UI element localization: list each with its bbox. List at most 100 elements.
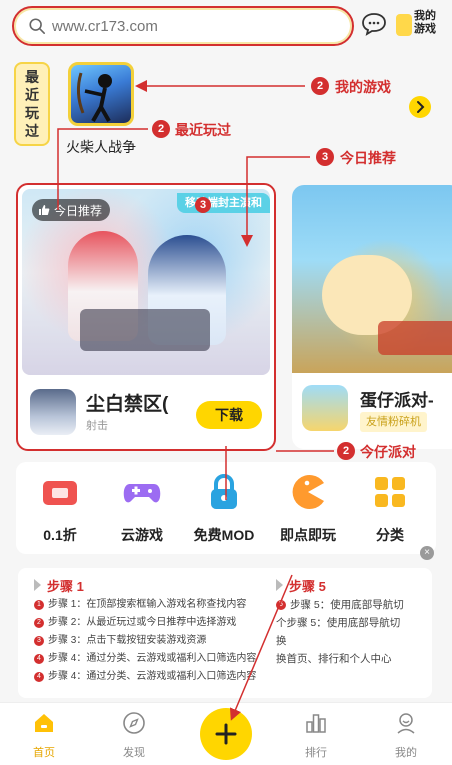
banner-title (378, 321, 452, 355)
recent-game-name[interactable]: 火柴人战争 (66, 137, 136, 157)
category-discount[interactable]: 0.1折 (20, 472, 100, 545)
annotation-badge: 2 (311, 77, 329, 95)
search-icon (29, 18, 46, 35)
steps-right: 步骤 5 5 步骤 5：使用底部导航切 个步骤 5：使用底部导航切换 换首页、排行… (276, 574, 426, 668)
close-icon[interactable]: × (420, 546, 434, 560)
recent-tab-char: 近 (25, 87, 39, 103)
nav-profile[interactable]: 我的 (376, 711, 436, 760)
game-name[interactable]: 尘白禁区( (86, 389, 168, 416)
annotation-badge: 3 (195, 197, 211, 213)
step-line: 3 步骤 3：点击下载按钮安装游戏资源 (34, 632, 274, 650)
step-number: 3 (34, 636, 44, 646)
step-text: 步骤 3：点击下载按钮安装游戏资源 (48, 635, 207, 646)
step-5-body: 5 步骤 5：使用底部导航切 个步骤 5：使用底部导航切换 换首页、排行和个人中心 (276, 596, 406, 668)
annotation-pet-party: 今仔派对 (360, 444, 416, 460)
annotation-badge: 3 (316, 148, 334, 166)
gamepad-icon (123, 484, 161, 503)
step-number: 4 (34, 672, 44, 682)
recent-tab[interactable]: 最 近 玩 过 (14, 62, 50, 146)
recent-tab-char: 过 (25, 123, 39, 139)
step-text: 换首页、排行和个人中心 (276, 653, 392, 665)
step-line: 2 步骤 2：从最近玩过或今日推荐中选择游戏 (34, 614, 274, 632)
step-text: 个步骤 5：使用底部导航切换 (276, 617, 401, 647)
stickman-icon (76, 72, 112, 122)
recent-tab-char: 玩 (25, 105, 39, 121)
step-line: 4 步骤 4：通过分类、云游戏或福利入口筛选内容 (34, 650, 274, 668)
steps-left: 步骤 1 1 步骤 1：在顶部搜索框输入游戏名称查找内容 2 步骤 2：从最近玩过或… (34, 574, 274, 686)
step-text: 步骤 4：通过分类、云游戏或福利入口筛选内容 (48, 653, 257, 664)
lock-icon (211, 473, 237, 509)
triangle-icon (276, 579, 283, 591)
category-label: 免费MOD (193, 527, 255, 543)
search-bar[interactable] (12, 6, 354, 46)
recommended-game-card[interactable]: 今日推荐 移动端封主演和 尘白禁区( 射击 下载 (16, 183, 276, 451)
recommended-game-card-2[interactable]: 蛋仔派对- 友情粉碎机 (292, 185, 452, 449)
step-number: 1 (34, 600, 44, 610)
game-tag-2: 友情粉碎机 (360, 412, 427, 432)
step-number: 4 (34, 654, 44, 664)
category-panel: 0.1折 云游戏 免费MOD 即点即玩 分类 (16, 462, 436, 554)
step-title-text: 步骤 5 (289, 578, 326, 594)
annotation-my-games: 我的游戏 (335, 79, 391, 95)
plus-icon (215, 723, 237, 745)
step-text: 步骤 2：从最近玩过或今日推荐中选择游戏 (48, 617, 237, 628)
category-label: 即点即玩 (280, 527, 336, 543)
step-number: 5 (276, 600, 286, 610)
search-input[interactable] (52, 15, 332, 37)
annotation-recent: 最近玩过 (175, 122, 231, 138)
category-label: 云游戏 (121, 527, 163, 543)
today-recommend-tag: 今日推荐 (32, 199, 111, 221)
profile-icon (397, 713, 415, 734)
step-title-1: 步骤 1 (34, 574, 274, 596)
game-icon[interactable] (30, 389, 76, 435)
step-text: 步骤 4：通过分类、云游戏或福利入口筛选内容 (48, 671, 257, 682)
today-recommend-text: 今日推荐 (54, 203, 103, 218)
controller-icon (396, 14, 412, 36)
step-number: 2 (34, 618, 44, 628)
grid-icon (375, 477, 405, 507)
step-line: 1 步骤 1：在顶部搜索框输入游戏名称查找内容 (34, 596, 274, 614)
ranking-icon (306, 714, 326, 733)
category-cloud-game[interactable]: 云游戏 (102, 472, 182, 545)
step-title-text: 步骤 1 (47, 578, 84, 594)
add-button[interactable] (200, 708, 252, 760)
nav-label: 首页 (33, 747, 55, 759)
game-banner-image-2[interactable] (292, 185, 452, 373)
triangle-icon (34, 579, 41, 591)
my-games-label: 我的游戏 (414, 10, 436, 35)
game-icon-2[interactable] (302, 385, 348, 431)
banner-logo (80, 309, 210, 351)
recent-game-icon[interactable] (68, 62, 134, 126)
my-games-button[interactable]: 我的游戏 (396, 8, 442, 42)
nav-label: 排行 (305, 747, 327, 759)
step-line: 4 步骤 4：通过分类、云游戏或福利入口筛选内容 (34, 668, 274, 686)
nav-label: 我的 (395, 747, 417, 759)
recent-tab-char: 最 (25, 69, 39, 85)
nav-ranking[interactable]: 排行 (286, 711, 346, 760)
annotation-badge: 2 (152, 120, 170, 138)
download-button[interactable]: 下载 (196, 401, 262, 429)
category-free-mod[interactable]: 免费MOD (184, 472, 264, 545)
nav-label: 发现 (123, 747, 145, 759)
step-text: 步骤 5：使用底部导航切 (290, 599, 404, 611)
game-genre: 射击 (86, 420, 108, 432)
promo-tag: 移动端封主演和 (177, 193, 270, 213)
step-text: 步骤 1：在顶部搜索框输入游戏名称查找内容 (48, 599, 247, 610)
category-instant-play[interactable]: 即点即玩 (268, 472, 348, 545)
game-name-2[interactable]: 蛋仔派对- (360, 386, 434, 411)
pacman-icon (292, 475, 324, 509)
nav-home[interactable]: 首页 (14, 711, 74, 760)
category-label: 分类 (376, 527, 404, 543)
chevron-right-icon (417, 101, 425, 113)
annotation-today: 今日推荐 (340, 150, 396, 166)
game-banner-image[interactable]: 今日推荐 移动端封主演和 (22, 189, 270, 375)
thumbs-up-icon (39, 205, 50, 215)
step-title-5: 步骤 5 (276, 574, 426, 596)
compass-icon (123, 712, 145, 734)
message-icon[interactable] (361, 12, 387, 36)
recent-more-button[interactable] (409, 96, 431, 118)
category-classify[interactable]: 分类 (350, 472, 430, 545)
ticket-icon (43, 481, 77, 505)
steps-panel: 步骤 1 1 步骤 1：在顶部搜索框输入游戏名称查找内容 2 步骤 2：从最近玩过或… (18, 568, 432, 698)
nav-discover[interactable]: 发现 (104, 711, 164, 760)
